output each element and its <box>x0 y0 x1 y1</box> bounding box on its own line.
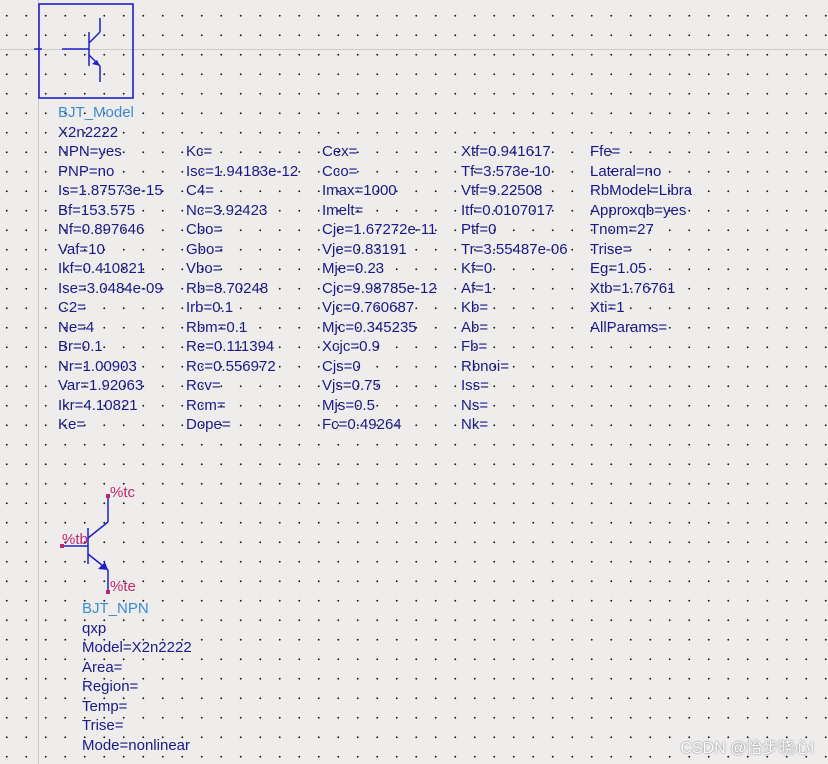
bjt-model-symbol[interactable] <box>34 2 138 100</box>
model-param[interactable]: Ptf=0 <box>461 220 568 240</box>
bjt-model-emitter-arrow <box>92 60 100 66</box>
model-param[interactable]: Vtf=9.22508 <box>461 181 568 201</box>
model-param[interactable]: Vaf=10 <box>58 240 163 260</box>
model-param[interactable]: Dope= <box>186 415 298 435</box>
model-param[interactable]: Rcm= <box>186 396 298 416</box>
instance-param[interactable]: Area= <box>82 658 192 678</box>
model-param[interactable]: Nc=3.92423 <box>186 201 298 221</box>
model-param-column-2: Kc= Isc=1.94183e-12 C4= Nc=3.92423 Cbo= … <box>186 142 298 435</box>
model-param[interactable]: Irb=0.1 <box>186 298 298 318</box>
model-param[interactable]: Rcv= <box>186 376 298 396</box>
bjt-model-transistor-icon <box>34 18 101 82</box>
model-param[interactable]: Imax=1000 <box>322 181 437 201</box>
model-param[interactable]: Var=1.92063 <box>58 376 163 396</box>
csdn-watermark: CSDN @怡步晓心l <box>680 740 814 757</box>
model-param[interactable]: Mjs=0.5 <box>322 396 437 416</box>
model-param[interactable]: Lateral=no <box>590 162 692 182</box>
instance-param[interactable]: Trise= <box>82 716 192 736</box>
model-param[interactable]: Nf=0.897646 <box>58 220 163 240</box>
model-param-column-3: Cex= Cco= Imax=1000 Imelt= Cje=1.67272e-… <box>322 142 437 435</box>
model-param[interactable]: NPN=yes <box>58 142 163 162</box>
instance-name[interactable]: qxp <box>82 619 192 639</box>
model-param[interactable]: Bf=153.575 <box>58 201 163 221</box>
model-param[interactable]: Xtf=0.941617 <box>461 142 568 162</box>
model-param[interactable]: Is=1.87573e-15 <box>58 181 163 201</box>
model-param-column-4: Xtf=0.941617 Tf=3.573e-10 Vtf=9.22508 It… <box>461 142 568 435</box>
model-param[interactable]: Vjc=0.760687 <box>322 298 437 318</box>
model-param[interactable]: Af=1 <box>461 279 568 299</box>
model-param[interactable]: Cjs=0 <box>322 357 437 377</box>
model-param[interactable]: Cje=1.67272e-11 <box>322 220 437 240</box>
model-param[interactable]: Iss= <box>461 376 568 396</box>
model-param[interactable]: Eg=1.05 <box>590 259 692 279</box>
model-param[interactable]: Imelt= <box>322 201 437 221</box>
model-param[interactable]: Re=0.111394 <box>186 337 298 357</box>
model-param[interactable]: Xti=1 <box>590 298 692 318</box>
model-param[interactable]: Rbm=0.1 <box>186 318 298 338</box>
model-param[interactable]: Itf=0.0107017 <box>461 201 568 221</box>
model-param[interactable]: Ke= <box>58 415 163 435</box>
model-param[interactable]: Gbo= <box>186 240 298 260</box>
instance-param[interactable]: Temp= <box>82 697 192 717</box>
pin-emitter-label: %te <box>110 578 136 595</box>
pin-collector-label: %tc <box>110 484 136 501</box>
model-param-column-1: NPN=yes PNP=no Is=1.87573e-15 Bf=153.575… <box>58 142 163 435</box>
model-param[interactable]: Ab= <box>461 318 568 338</box>
model-param[interactable]: Ikr=4.10821 <box>58 396 163 416</box>
model-param[interactable]: Ise=3.0484e-09 <box>58 279 163 299</box>
model-param[interactable]: Kf=0 <box>461 259 568 279</box>
model-instance-name: X2n2222 <box>58 123 119 141</box>
model-param[interactable]: Rb=8.70248 <box>186 279 298 299</box>
model-param[interactable]: Xcjc=0.9 <box>322 337 437 357</box>
model-param[interactable]: Rbnoi= <box>461 357 568 377</box>
instance-type-label: BJT_NPN <box>82 600 149 617</box>
model-param[interactable]: Mje=0.23 <box>322 259 437 279</box>
model-param[interactable]: Fc=0.49264 <box>322 415 437 435</box>
bjt-model-symbol-frame <box>38 3 134 99</box>
model-param[interactable]: Ns= <box>461 396 568 416</box>
model-param[interactable]: Cbo= <box>186 220 298 240</box>
model-param[interactable]: Vjs=0.75 <box>322 376 437 396</box>
model-param[interactable]: Fb= <box>461 337 568 357</box>
model-param[interactable]: Ikf=0.410821 <box>58 259 163 279</box>
model-param[interactable]: PNP=no <box>58 162 163 182</box>
model-param[interactable]: Vje=0.83191 <box>322 240 437 260</box>
model-param[interactable]: Nr=1.00903 <box>58 357 163 377</box>
pin-base-label: %tb <box>62 531 88 548</box>
model-param[interactable]: Ne=4 <box>58 318 163 338</box>
model-param[interactable]: Tf=3.573e-10 <box>461 162 568 182</box>
instance-param[interactable]: Model=X2n2222 <box>82 638 192 658</box>
model-param[interactable]: Isc=1.94183e-12 <box>186 162 298 182</box>
model-param[interactable]: Br=0.1 <box>58 337 163 357</box>
model-param[interactable]: Cco= <box>322 162 437 182</box>
instance-param[interactable]: Region= <box>82 677 192 697</box>
model-param[interactable]: Tr=3.55487e-06 <box>461 240 568 260</box>
model-param[interactable]: Tnom=27 <box>590 220 692 240</box>
model-param[interactable]: RbModel=Libra <box>590 181 692 201</box>
model-param[interactable]: AllParams= <box>590 318 692 338</box>
model-param[interactable]: Nk= <box>461 415 568 435</box>
model-type-label: BJT_Model <box>58 104 134 121</box>
model-param[interactable]: Cjc=9.98785e-12 <box>322 279 437 299</box>
model-param[interactable]: Mjc=0.345235 <box>322 318 437 338</box>
model-param[interactable]: C4= <box>186 181 298 201</box>
model-param-column-5: Ffe= Lateral=no RbModel=Libra Approxqb=y… <box>590 142 692 337</box>
model-param[interactable]: Rc=0.556972 <box>186 357 298 377</box>
model-param[interactable]: Approxqb=yes <box>590 201 692 221</box>
instance-param[interactable]: Mode=nonlinear <box>82 736 192 756</box>
model-param[interactable]: C2= <box>58 298 163 318</box>
model-param[interactable]: Vbo= <box>186 259 298 279</box>
model-param[interactable]: Kb= <box>461 298 568 318</box>
model-param[interactable]: Trise= <box>590 240 692 260</box>
model-param[interactable]: Ffe= <box>590 142 692 162</box>
canvas-origin-vertical-axis <box>38 0 39 764</box>
model-param[interactable]: Cex= <box>322 142 437 162</box>
instance-parameter-list: BJT_NPN qxp Model=X2n2222 Area= Region= … <box>82 599 192 755</box>
model-param[interactable]: Kc= <box>186 142 298 162</box>
model-param[interactable]: Xtb=1.76761 <box>590 279 692 299</box>
